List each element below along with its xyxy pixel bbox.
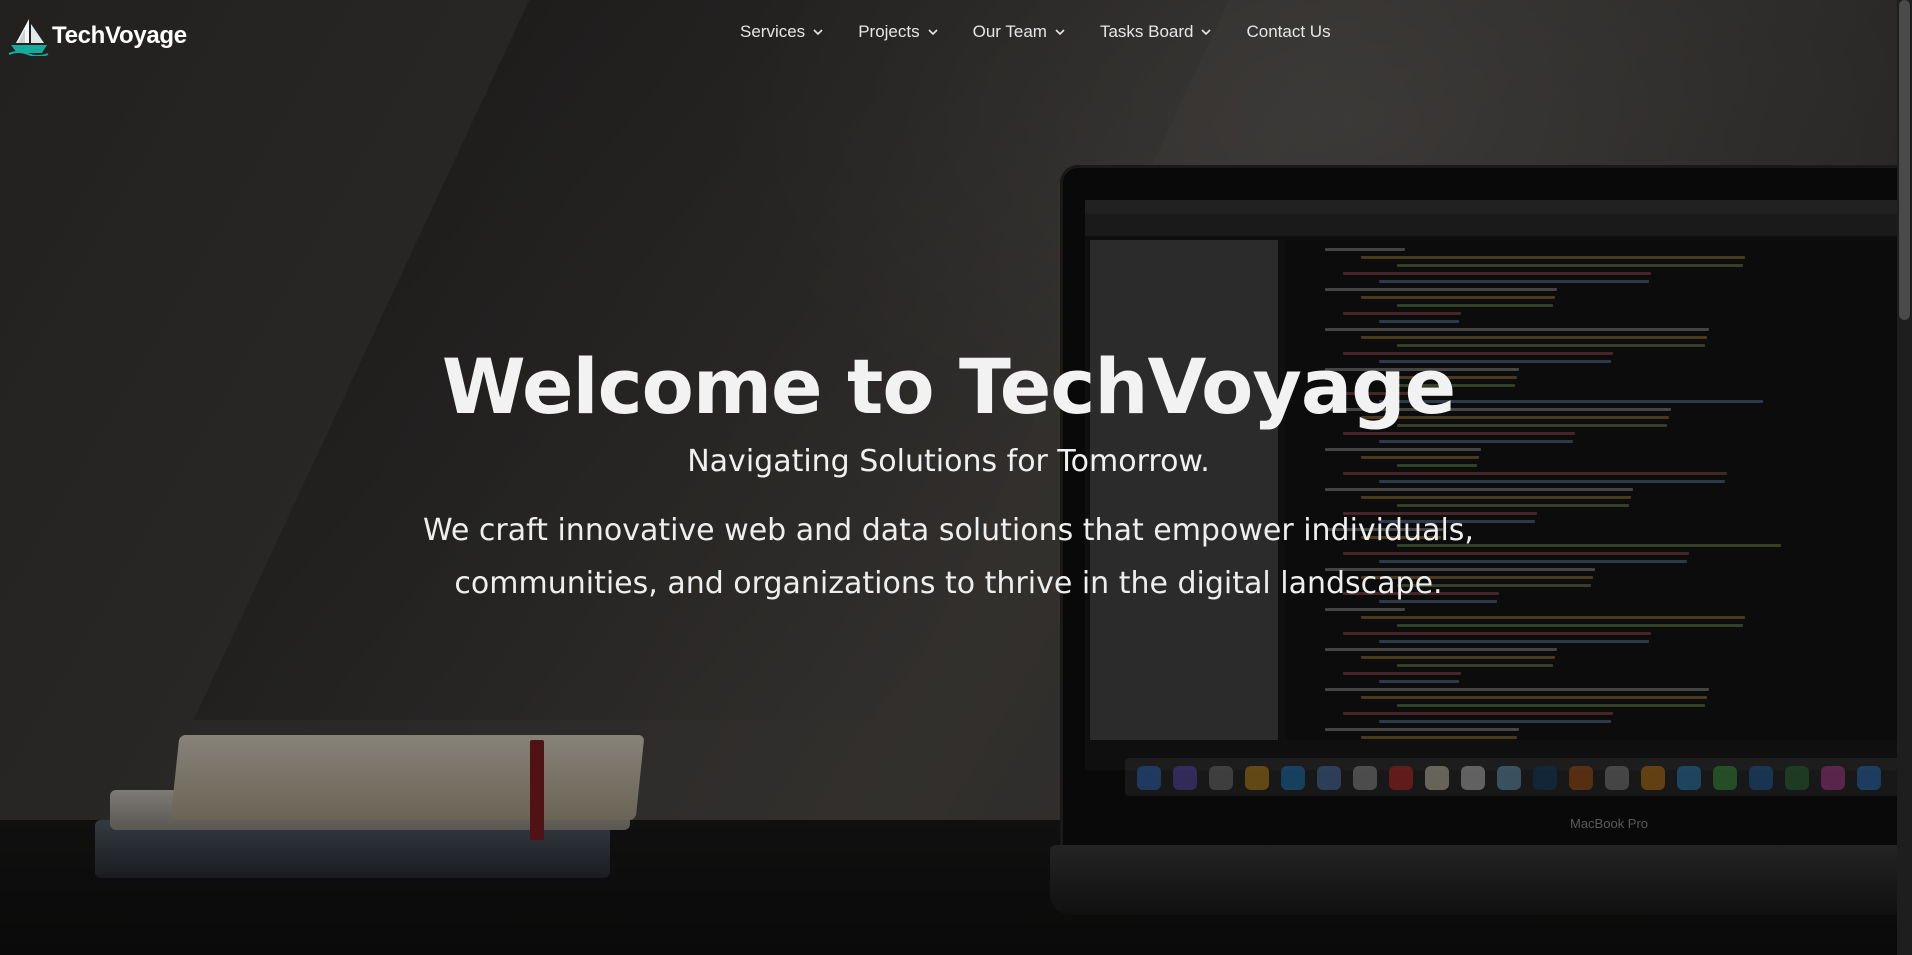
main-nav: Services Projects Our Team Tasks Board C… [740, 22, 1366, 42]
hero-subtitle: Navigating Solutions for Tomorrow. [687, 444, 1210, 479]
hero-description: We craft innovative web and data solutio… [423, 513, 1474, 601]
nav-item-contact-us[interactable]: Contact Us [1246, 22, 1330, 42]
nav-label: Projects [858, 22, 920, 41]
brand-name: TechVoyage [52, 22, 187, 49]
page-scrollbar[interactable] [1897, 0, 1912, 955]
hero-section: Welcome to TechVoyage Navigating Solutio… [0, 340, 1897, 610]
brand-logo-link[interactable]: TechVoyage [8, 16, 187, 57]
nav-label: Tasks Board [1099, 22, 1194, 41]
nav-item-services[interactable]: Services [740, 22, 823, 42]
nav-item-projects[interactable]: Projects [858, 22, 938, 42]
sailboat-logo-icon [8, 16, 50, 57]
hero-title: Welcome to TechVoyage [441, 342, 1456, 431]
chevron-down-icon [928, 29, 938, 36]
chevron-down-icon [813, 29, 823, 36]
chevron-down-icon [1201, 29, 1212, 36]
scrollbar-thumb[interactable] [1899, 0, 1910, 320]
nav-item-our-team[interactable]: Our Team [973, 22, 1065, 42]
chevron-down-icon [1055, 29, 1065, 36]
nav-item-tasks-board[interactable]: Tasks Board [1100, 22, 1212, 42]
nav-label: Services [740, 22, 806, 41]
site-header: TechVoyage Services Projects Our Team Ta… [0, 0, 1897, 72]
nav-label: Our Team [972, 22, 1047, 41]
nav-label: Contact Us [1246, 22, 1331, 41]
